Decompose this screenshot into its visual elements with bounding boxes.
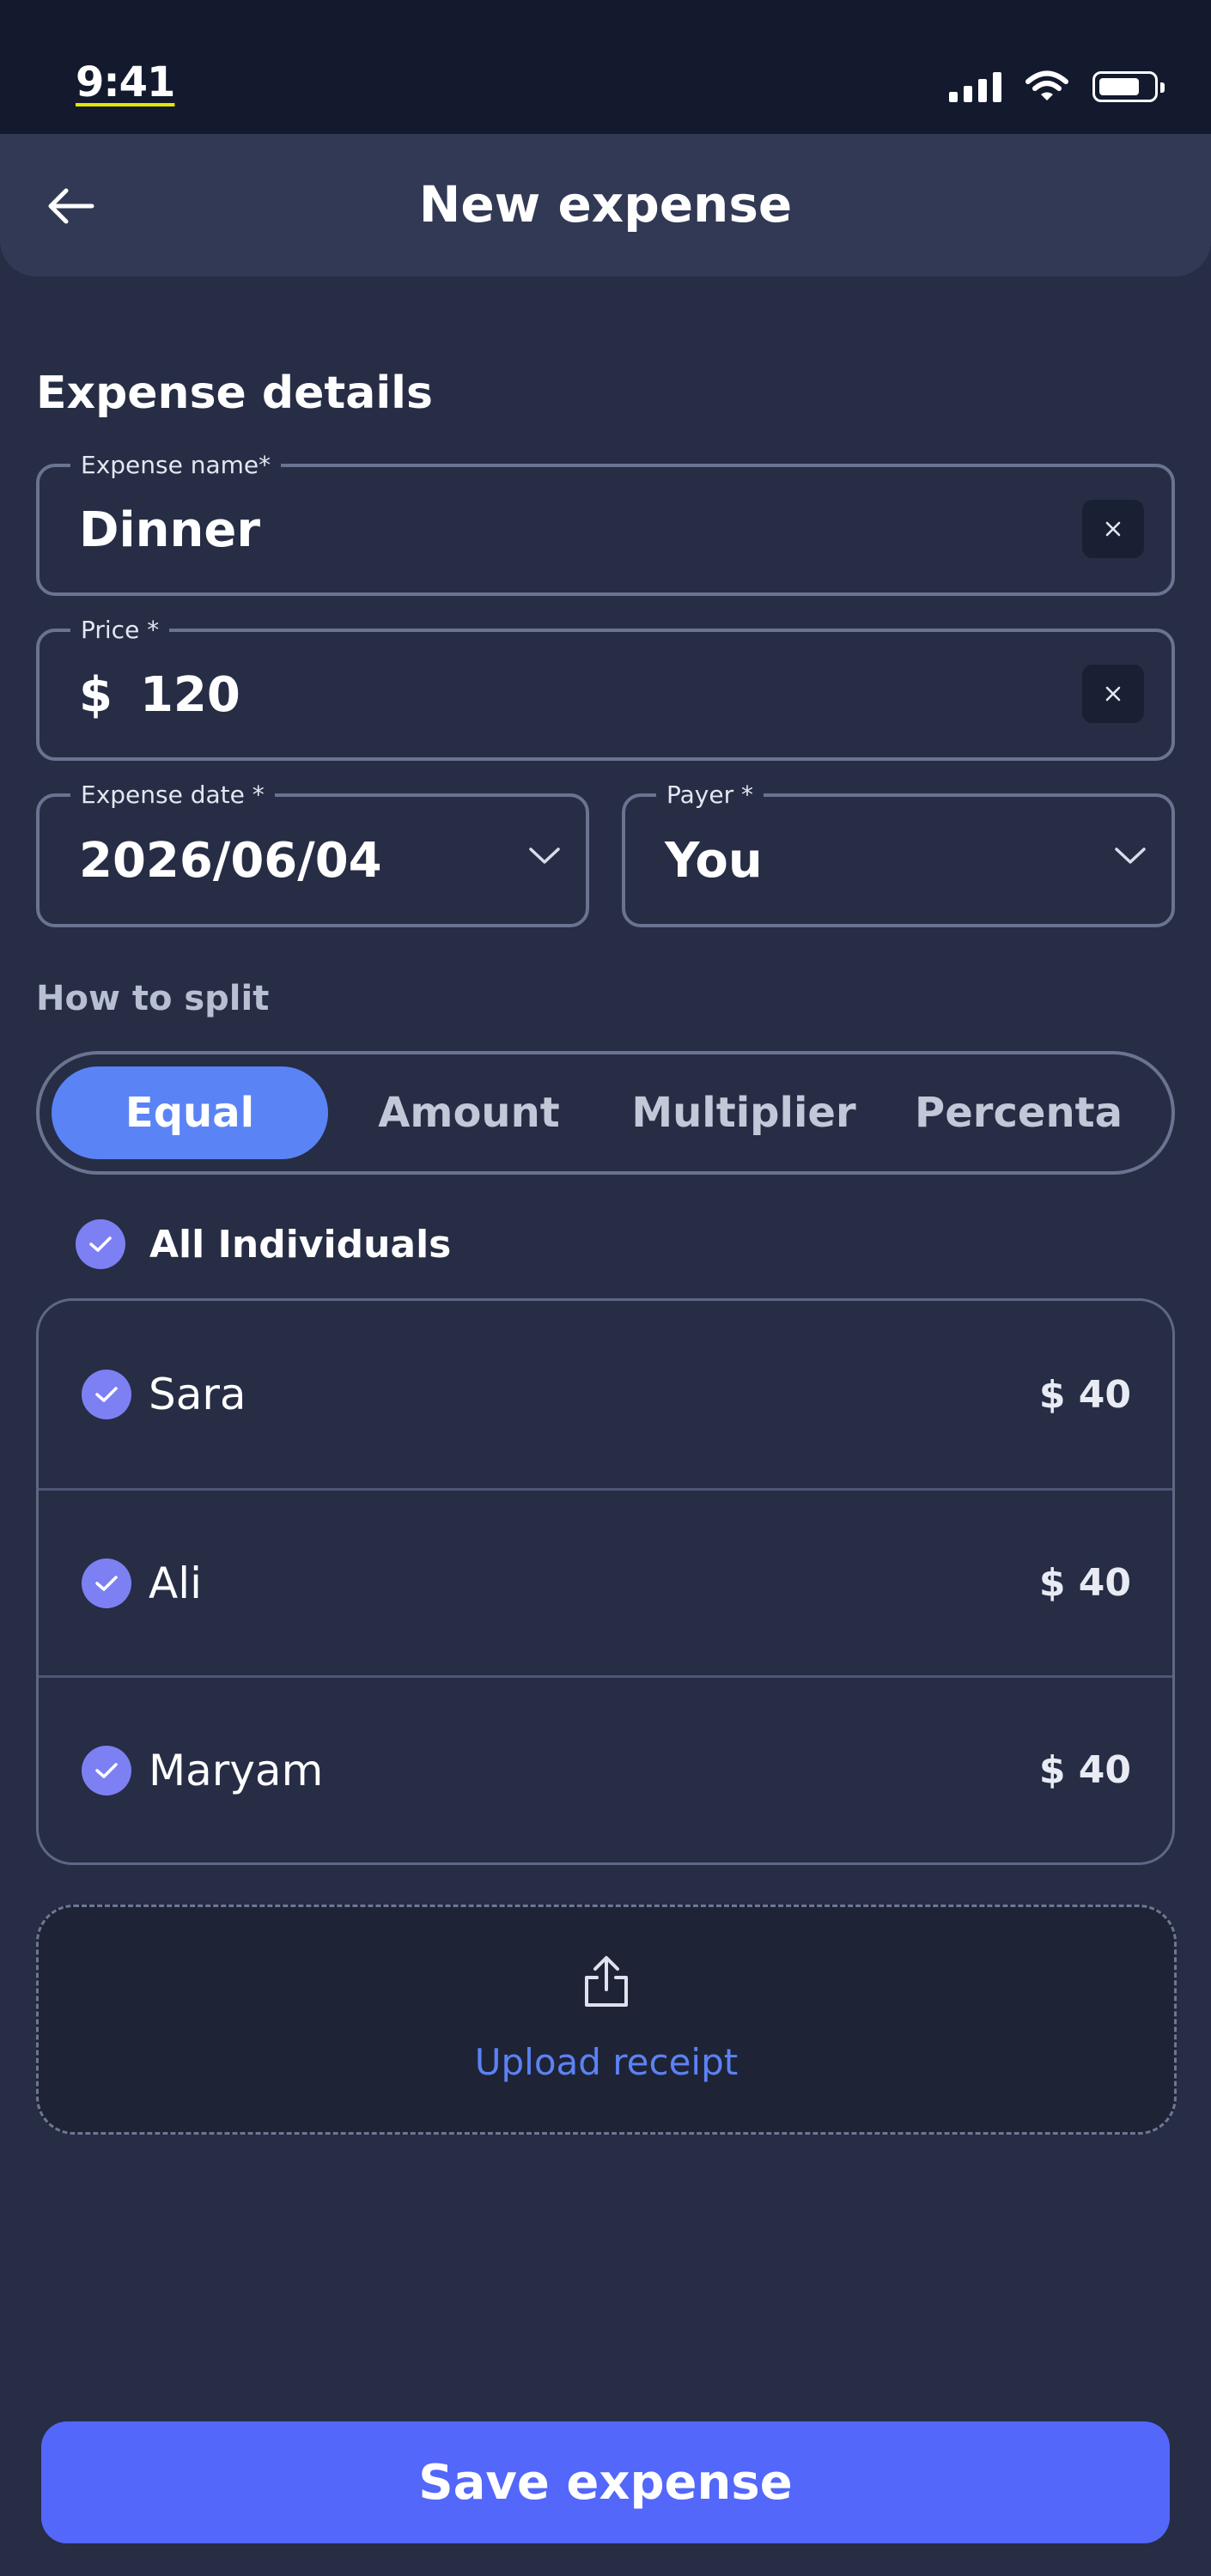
list-item[interactable]: Maryam $ 40 (39, 1675, 1172, 1862)
price-value-wrapper[interactable]: $ 120 (79, 632, 240, 757)
expense-date-select[interactable]: Expense date * 2026/06/04 (36, 781, 589, 927)
cellular-signal-icon (949, 71, 1001, 102)
checkbox-checked-icon (76, 1219, 125, 1269)
tab-percentage[interactable]: Percenta (890, 1066, 1147, 1159)
all-individuals-checkbox[interactable]: All Individuals (76, 1219, 451, 1269)
checkbox-checked-icon[interactable] (82, 1558, 131, 1608)
participant-name: Sara (149, 1370, 246, 1419)
tab-amount[interactable]: Amount (340, 1066, 598, 1159)
participant-name: Maryam (149, 1745, 324, 1795)
how-to-split-title: How to split (36, 979, 270, 1018)
payer-value: You (665, 832, 763, 889)
status-bar: 9:41 (0, 0, 1211, 134)
navigation-bar: New expense (0, 134, 1211, 276)
share-upload-icon (39, 1952, 1174, 2012)
payer-select[interactable]: Payer * You (622, 781, 1175, 927)
system-icons (949, 67, 1165, 106)
participants-list: Sara $ 40 Ali $ 40 Maryam $ 40 (36, 1298, 1175, 1865)
battery-icon (1092, 71, 1165, 102)
checkbox-checked-icon[interactable] (82, 1745, 131, 1795)
close-icon (1105, 686, 1121, 702)
chevron-down-icon (527, 843, 562, 869)
participant-name: Ali (149, 1558, 202, 1608)
all-individuals-label: All Individuals (149, 1222, 452, 1267)
page-title: New expense (418, 175, 793, 234)
upload-receipt-button[interactable]: Upload receipt (36, 1905, 1177, 2135)
participant-amount: $ 40 (1038, 1748, 1131, 1792)
expense-name-field[interactable]: Expense name* Dinner (36, 452, 1175, 596)
participant-amount: $ 40 (1038, 1372, 1131, 1417)
currency-symbol: $ (79, 666, 113, 723)
wifi-icon (1025, 70, 1068, 100)
list-item[interactable]: Ali $ 40 (39, 1488, 1172, 1675)
expense-name-value[interactable]: Dinner (79, 467, 260, 592)
clear-name-button[interactable] (1082, 500, 1144, 558)
checkbox-checked-icon[interactable] (82, 1370, 131, 1419)
tab-multiplier[interactable]: Multiplier (606, 1066, 881, 1159)
list-item[interactable]: Sara $ 40 (39, 1301, 1172, 1488)
section-title-expense-details: Expense details (36, 368, 433, 419)
clear-price-button[interactable] (1082, 665, 1144, 723)
close-icon (1105, 521, 1121, 537)
price-field[interactable]: Price * $ 120 (36, 617, 1175, 761)
price-value[interactable]: 120 (140, 667, 240, 723)
tab-equal[interactable]: Equal (52, 1066, 328, 1159)
expense-date-value: 2026/06/04 (79, 832, 382, 889)
participant-amount: $ 40 (1038, 1561, 1131, 1605)
status-time: 9:41 (76, 58, 175, 106)
upload-receipt-label: Upload receipt (474, 2041, 739, 2083)
save-expense-button[interactable]: Save expense (41, 2421, 1170, 2543)
chevron-down-icon (1113, 843, 1147, 869)
split-method-tabs: Equal Amount Multiplier Percenta (36, 1051, 1175, 1175)
